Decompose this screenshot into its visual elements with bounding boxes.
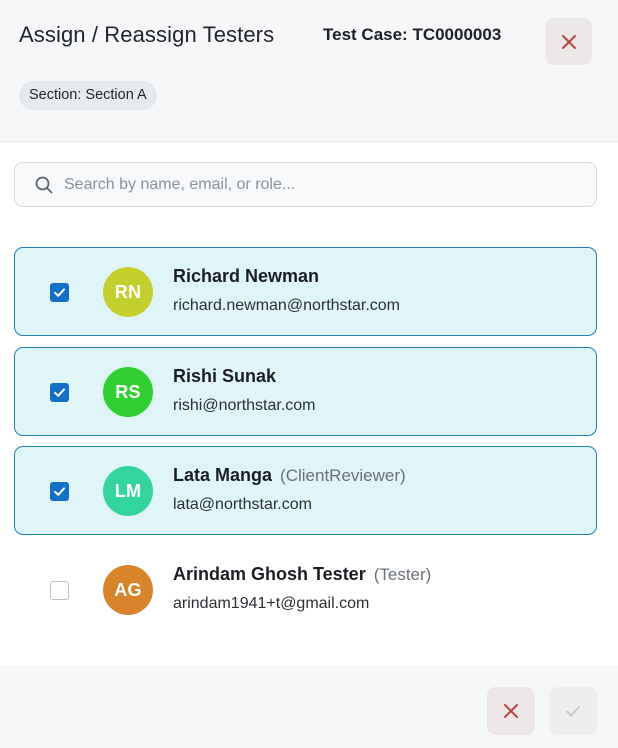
tester-checkbox[interactable] (50, 581, 69, 600)
tester-name-line: Richard Newman (173, 266, 319, 287)
tester-checkbox[interactable] (50, 283, 69, 302)
test-case-label: Test Case: TC0000003 (323, 25, 502, 44)
avatar: RN (103, 267, 153, 317)
tester-checkbox[interactable] (50, 482, 69, 501)
tester-name: Arindam Ghosh Tester (173, 564, 366, 584)
tester-role: (ClientReviewer) (280, 466, 406, 485)
close-icon (504, 704, 518, 718)
tester-email: lata@northstar.com (173, 496, 312, 513)
tester-checkbox[interactable] (50, 383, 69, 402)
tester-name: Rishi Sunak (173, 366, 277, 386)
tester-name-line: Rishi Sunak (173, 366, 276, 387)
avatar: LM (103, 466, 153, 516)
search-box[interactable] (14, 162, 597, 207)
tester-row[interactable]: AG Arindam Ghosh Tester (Tester) arindam… (14, 545, 597, 634)
cancel-button[interactable] (487, 687, 535, 735)
check-icon (54, 288, 65, 297)
tester-name-line: Lata Manga (ClientReviewer) (173, 465, 406, 486)
dialog-header: Assign / Reassign Testers Test Case: TC0… (0, 0, 618, 142)
tester-email: arindam1941+t@gmail.com (173, 595, 370, 612)
tester-name: Lata Manga (173, 465, 273, 485)
tester-row[interactable]: RS Rishi Sunak rishi@northstar.com (14, 347, 597, 436)
tester-name: Richard Newman (173, 266, 320, 286)
dialog-footer (0, 665, 618, 748)
tester-row[interactable]: LM Lata Manga (ClientReviewer) lata@nort… (14, 446, 597, 535)
search-icon (35, 176, 53, 194)
check-icon (54, 487, 65, 496)
dialog-title: Assign / Reassign Testers (19, 22, 275, 47)
confirm-button[interactable] (549, 687, 597, 735)
tester-row[interactable]: RN Richard Newman richard.newman@northst… (14, 247, 597, 336)
avatar: RS (103, 367, 153, 417)
tester-role: (Tester) (373, 565, 432, 584)
check-icon (566, 706, 580, 717)
avatar: AG (103, 565, 153, 615)
check-icon (54, 388, 65, 397)
tester-name-line: Arindam Ghosh Tester (Tester) (173, 564, 431, 585)
section-badge: Section: Section A (19, 81, 157, 110)
tester-email: richard.newman@northstar.com (173, 297, 400, 314)
tester-email: rishi@northstar.com (173, 397, 316, 414)
close-icon (561, 34, 576, 49)
close-button[interactable] (545, 18, 592, 65)
search-input[interactable] (64, 163, 584, 206)
